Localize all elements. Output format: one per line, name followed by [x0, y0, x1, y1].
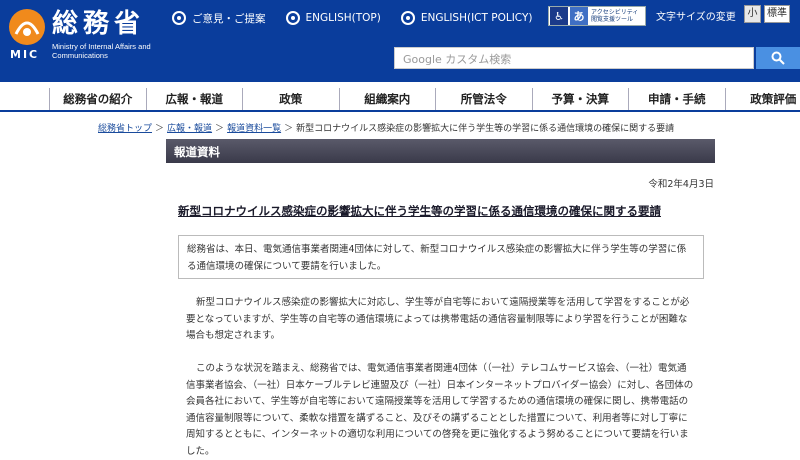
top-links: ご意見・ご提案 ENGLISH(TOP) ENGLISH(ICT POLICY)	[172, 10, 552, 26]
font-size-label: 文字サイズの変更	[656, 8, 736, 23]
nav-item-policy[interactable]: 政策	[242, 88, 339, 110]
article-paragraph-2: このような状況を踏まえ、総務省では、電気通信事業者関連4団体（（一社）テレコムサ…	[186, 361, 694, 460]
accessibility-person-icon: ♿	[550, 7, 568, 25]
site-header: 総務省 MIC Ministry of Internal Affairs and…	[0, 0, 800, 82]
article-date: 令和2年4月3日	[648, 176, 714, 190]
toplink-label: ご意見・ご提案	[192, 11, 266, 26]
nav-item-applications[interactable]: 申請・手続	[628, 88, 725, 110]
article-paragraph-1: 新型コロナウイルス感染症の影響拡大に対応し、学生等が自宅等において遠隔授業等を活…	[186, 295, 694, 345]
nav-item-laws[interactable]: 所管法令	[435, 88, 532, 110]
font-small-button[interactable]: 小	[744, 5, 761, 23]
site-logo[interactable]: 総務省 MIC Ministry of Internal Affairs and…	[8, 6, 168, 66]
breadcrumb-link-list[interactable]: 報道資料一覧	[227, 121, 281, 134]
breadcrumb-link-top[interactable]: 総務省トップ	[98, 121, 152, 134]
toplink-label: ENGLISH(TOP)	[306, 12, 381, 24]
toplink-label: ENGLISH(ICT POLICY)	[421, 12, 533, 24]
toplink-english-ict[interactable]: ENGLISH(ICT POLICY)	[401, 10, 533, 26]
summary-text: 総務省は、本日、電気通信事業者関連4団体に対して、新型コロナウイルス感染症の影響…	[187, 241, 695, 275]
radio-icon	[286, 11, 300, 25]
summary-box: 総務省は、本日、電気通信事業者関連4団体に対して、新型コロナウイルス感染症の影響…	[178, 235, 704, 279]
breadcrumb-separator: ＞	[284, 121, 293, 134]
logo-english: Ministry of Internal Affairs and Communi…	[52, 42, 172, 60]
accessibility-a-icon: あ	[570, 7, 588, 25]
font-standard-button[interactable]: 標準	[764, 5, 790, 23]
logo-title: 総務省	[52, 9, 145, 39]
radio-icon	[401, 11, 415, 25]
nav-item-evaluation[interactable]: 政策評価	[725, 88, 800, 110]
nav-item-about[interactable]: 総務省の紹介	[49, 88, 146, 110]
breadcrumb: 総務省トップ ＞ 広報・報道 ＞ 報道資料一覧 ＞ 新型コロナウイルス感染症の影…	[98, 121, 674, 134]
breadcrumb-separator: ＞	[215, 121, 224, 134]
accessibility-text: アクセシビリティ 閲覧支援ツール	[591, 9, 638, 23]
breadcrumb-link-press[interactable]: 広報・報道	[167, 121, 212, 134]
search-box	[394, 47, 754, 69]
breadcrumb-current: 新型コロナウイルス感染症の影響拡大に伴う学生等の学習に係る通信環境の確保に関する…	[296, 121, 674, 134]
nav-item-organization[interactable]: 組織案内	[339, 88, 436, 110]
toplink-feedback[interactable]: ご意見・ご提案	[172, 10, 266, 26]
breadcrumb-separator: ＞	[155, 121, 164, 134]
logo-mark-icon	[8, 8, 46, 46]
nav-item-budget[interactable]: 予算・決算	[532, 88, 629, 110]
section-title-bar: 報道資料	[166, 139, 715, 163]
toplink-english-top[interactable]: ENGLISH(TOP)	[286, 10, 381, 26]
accessibility-button[interactable]: ♿ あ アクセシビリティ 閲覧支援ツール	[548, 6, 646, 26]
article-headline: 新型コロナウイルス感染症の影響拡大に伴う学生等の学習に係る通信環境の確保に関する…	[178, 203, 661, 219]
search-input[interactable]	[395, 50, 753, 70]
search-button[interactable]	[756, 47, 800, 69]
radio-icon	[172, 11, 186, 25]
logo-mic: MIC	[10, 48, 39, 61]
nav-item-press[interactable]: 広報・報道	[146, 88, 243, 110]
section-title: 報道資料	[174, 144, 220, 160]
global-nav: 総務省の紹介 広報・報道 政策 組織案内 所管法令 予算・決算 申請・手続 政策…	[0, 82, 800, 112]
search-icon	[771, 51, 785, 65]
